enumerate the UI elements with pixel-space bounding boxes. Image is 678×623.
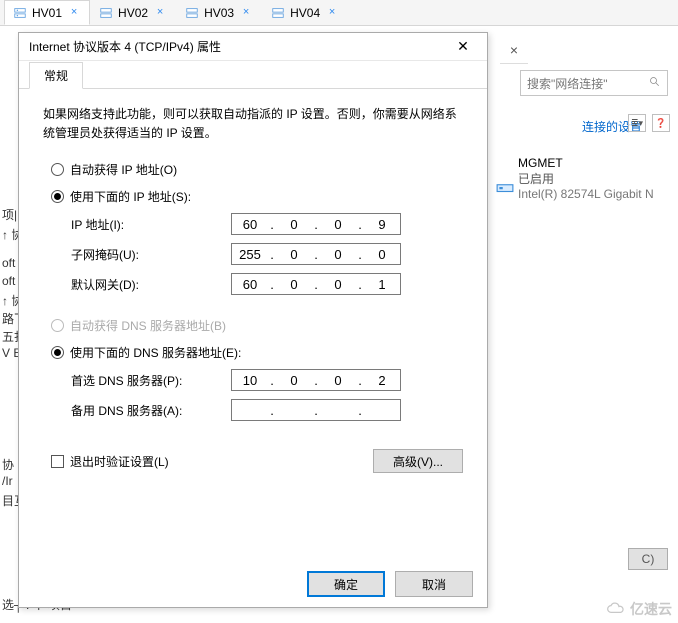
close-icon[interactable]: × — [325, 6, 339, 20]
ipv4-properties-dialog: Internet 协议版本 4 (TCP/IPv4) 属性 ✕ 常规 如果网络支… — [18, 32, 488, 608]
title-bar: Internet 协议版本 4 (TCP/IPv4) 属性 ✕ — [19, 33, 487, 61]
parent-window-right: 搜索"网络连接" 连接的设置 ≣▾ ❓ MGMET 已启用 Intel(R) 8… — [510, 26, 678, 623]
view-list-icon[interactable]: ≣▾ — [628, 114, 646, 132]
server-icon — [185, 6, 199, 20]
radio-label: 自动获得 IP 地址(O) — [70, 161, 177, 178]
nic-icon — [496, 178, 514, 196]
cancel-button[interactable]: 取消 — [395, 571, 473, 597]
preferred-dns-input[interactable]: 10. 0. 0. 2 — [231, 369, 401, 391]
vm-tab-hv01[interactable]: HV01 × — [4, 0, 90, 25]
close-button[interactable]: ✕ — [449, 37, 477, 57]
tab-label: HV01 — [32, 6, 62, 20]
tab-header: 常规 — [19, 61, 487, 89]
close-icon[interactable]: × — [239, 6, 253, 20]
vm-tab-hv03[interactable]: HV03 × — [176, 0, 262, 25]
network-adapter-item[interactable]: MGMET 已启用 Intel(R) 82574L Gigabit N — [518, 156, 668, 201]
tab-label: HV04 — [290, 6, 320, 20]
help-icon[interactable]: ❓ — [652, 114, 670, 132]
server-icon — [99, 6, 113, 20]
tab-label: HV02 — [118, 6, 148, 20]
radio-icon — [51, 346, 64, 359]
vm-tab-hv02[interactable]: HV02 × — [90, 0, 176, 25]
radio-icon — [51, 163, 64, 176]
default-gateway-input[interactable]: 60. 0. 0. 1 — [231, 273, 401, 295]
subnet-mask-input[interactable]: 255. 0. 0. 0 — [231, 243, 401, 265]
adapter-hardware: Intel(R) 82574L Gigabit N — [518, 187, 668, 201]
radio-icon — [51, 319, 64, 332]
server-icon — [13, 6, 27, 20]
adapter-name: MGMET — [518, 156, 668, 170]
checkbox-label: 退出时验证设置(L) — [70, 453, 169, 470]
intro-text: 如果网络支持此功能，则可以获取自动指派的 IP 设置。否则，你需要从网络系统管理… — [43, 105, 463, 143]
radio-label: 自动获得 DNS 服务器地址(B) — [70, 317, 226, 334]
label-preferred-dns: 首选 DNS 服务器(P): — [71, 372, 231, 389]
vm-tab-hv04[interactable]: HV04 × — [262, 0, 348, 25]
alternate-dns-input[interactable]: . . . — [231, 399, 401, 421]
label-default-gateway: 默认网关(D): — [71, 276, 231, 293]
parent-close-button[interactable]: C) — [628, 548, 668, 570]
close-icon[interactable]: × — [153, 6, 167, 20]
parent-window-left-clip: 项| ↑ 协 oft oft ↑ 协 路飞 五扑 V E 协 /Ir 目互 选┬… — [0, 26, 16, 623]
server-icon — [271, 6, 285, 20]
search-placeholder: 搜索"网络连接" — [527, 75, 608, 92]
ok-button[interactable]: 确定 — [307, 571, 385, 597]
radio-icon — [51, 190, 64, 203]
cloud-icon — [606, 599, 626, 619]
validate-on-exit-checkbox[interactable] — [51, 455, 64, 468]
radio-auto-ip[interactable]: 自动获得 IP 地址(O) — [51, 161, 463, 178]
tab-label: HV03 — [204, 6, 234, 20]
ip-address-input[interactable]: 60. 0. 0. 9 — [231, 213, 401, 235]
label-subnet-mask: 子网掩码(U): — [71, 246, 231, 263]
radio-label: 使用下面的 IP 地址(S): — [70, 188, 191, 205]
panel-close-button[interactable]: × — [500, 36, 528, 64]
dialog-title: Internet 协议版本 4 (TCP/IPv4) 属性 — [29, 38, 221, 55]
radio-label: 使用下面的 DNS 服务器地址(E): — [70, 344, 241, 361]
advanced-button[interactable]: 高级(V)... — [373, 449, 463, 473]
close-icon[interactable]: × — [67, 6, 81, 20]
tab-general[interactable]: 常规 — [29, 62, 83, 89]
adapter-status: 已启用 — [518, 170, 668, 187]
label-alternate-dns: 备用 DNS 服务器(A): — [71, 402, 231, 419]
watermark: 亿速云 — [606, 599, 672, 619]
search-icon — [649, 76, 661, 91]
radio-manual-dns[interactable]: 使用下面的 DNS 服务器地址(E): — [51, 344, 463, 361]
radio-auto-dns: 自动获得 DNS 服务器地址(B) — [51, 317, 463, 334]
vm-tab-strip: HV01 × HV02 × HV03 × HV04 × — [0, 0, 678, 26]
radio-manual-ip[interactable]: 使用下面的 IP 地址(S): — [51, 188, 463, 205]
search-input[interactable]: 搜索"网络连接" — [520, 70, 668, 96]
label-ip-address: IP 地址(I): — [71, 216, 231, 233]
